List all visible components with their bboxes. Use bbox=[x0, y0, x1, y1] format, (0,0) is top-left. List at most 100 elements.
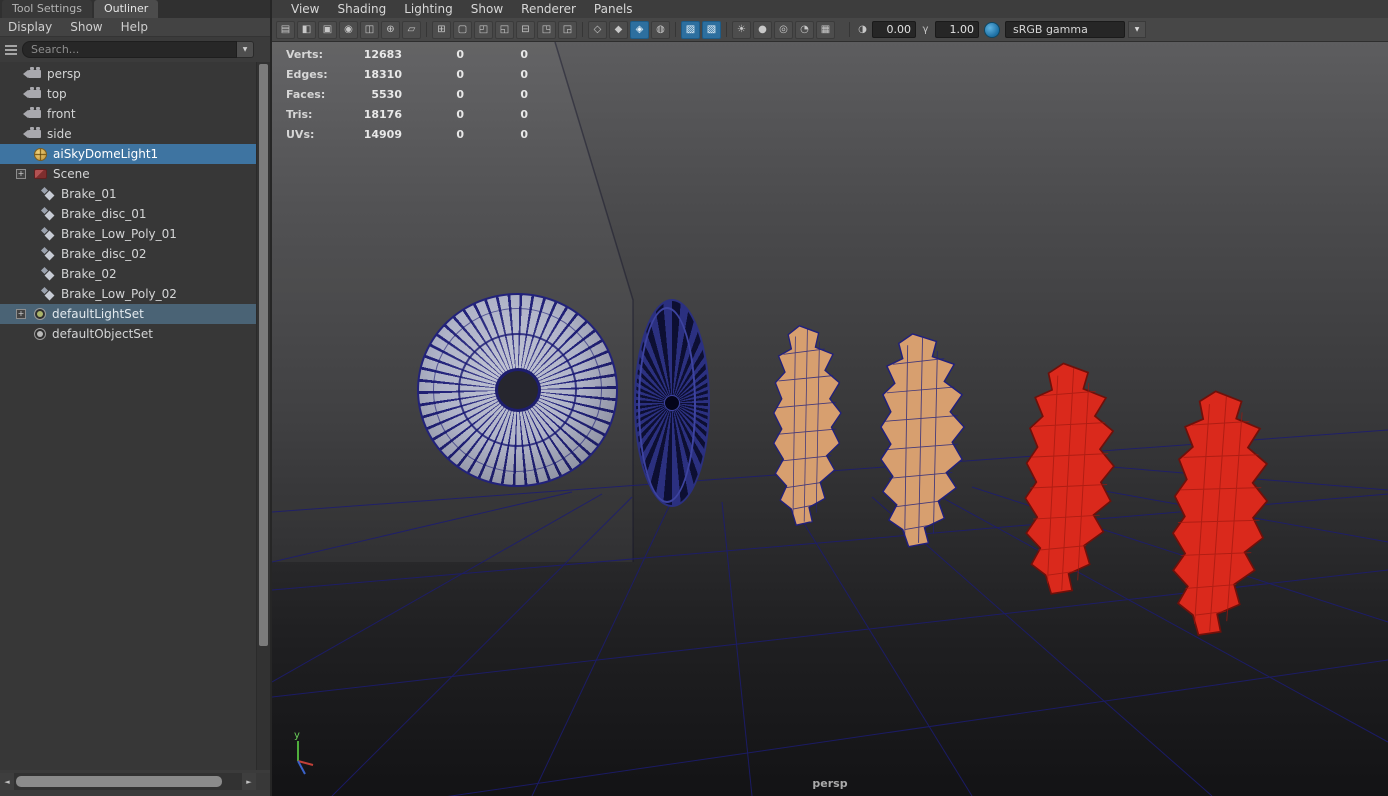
gamma-input[interactable] bbox=[935, 21, 979, 38]
tree-item-label: aiSkyDomeLight1 bbox=[53, 147, 159, 161]
skydome-light-icon bbox=[34, 147, 47, 161]
object-set-icon bbox=[34, 328, 46, 340]
brake-caliper-red-2[interactable] bbox=[1166, 388, 1274, 640]
viewport-panel: View Shading Lighting Show Renderer Pane… bbox=[270, 0, 1388, 796]
gate-mask-icon[interactable]: ◱ bbox=[495, 20, 514, 39]
wireframe-icon[interactable]: ◇ bbox=[588, 20, 607, 39]
use-default-material-icon[interactable]: ◍ bbox=[651, 20, 670, 39]
menu-lighting[interactable]: Lighting bbox=[395, 2, 462, 16]
menu-show[interactable]: Show bbox=[70, 20, 102, 34]
menu-view[interactable]: View bbox=[282, 2, 328, 16]
color-space-select[interactable]: sRGB gamma bbox=[1005, 21, 1125, 38]
ambient-occlusion-icon[interactable]: ◎ bbox=[774, 20, 793, 39]
tree-item-side[interactable]: side bbox=[0, 124, 256, 144]
camera-attributes-icon[interactable]: ▣ bbox=[318, 20, 337, 39]
exposure-input[interactable] bbox=[872, 21, 916, 38]
tree-item-brake-disc-01[interactable]: Brake_disc_01 bbox=[0, 204, 256, 224]
textured-icon[interactable]: ◈ bbox=[630, 20, 649, 39]
outliner-panel: Tool Settings Outliner Display Show Help… bbox=[0, 0, 270, 796]
tree-item-persp[interactable]: persp bbox=[0, 64, 256, 84]
scroll-left-arrow-icon[interactable]: ◄ bbox=[0, 773, 14, 790]
brake-caliper-wire-2[interactable] bbox=[880, 333, 965, 548]
tree-item-scene[interactable]: + Scene bbox=[0, 164, 256, 184]
outliner-tree: persp top front side aiSkyDomeLight1 + S… bbox=[0, 62, 256, 770]
menu-renderer[interactable]: Renderer bbox=[512, 2, 585, 16]
horizontal-scrollbar-thumb[interactable] bbox=[16, 776, 222, 787]
isolate-select-icon[interactable]: ▦ bbox=[816, 20, 835, 39]
lighting-icon[interactable]: ☀ bbox=[732, 20, 751, 39]
tab-outliner[interactable]: Outliner bbox=[93, 0, 159, 18]
hud-label: Tris: bbox=[286, 107, 313, 121]
mesh-icon bbox=[42, 208, 55, 221]
search-dropdown-arrow-icon[interactable]: ▼ bbox=[237, 41, 254, 58]
toolbar-separator bbox=[675, 22, 676, 37]
expand-toggle[interactable]: + bbox=[16, 169, 26, 179]
expand-toggle[interactable]: + bbox=[16, 309, 26, 319]
mesh-icon bbox=[42, 268, 55, 281]
shaded-icon[interactable]: ◆ bbox=[609, 20, 628, 39]
color-management-icon[interactable] bbox=[984, 21, 1000, 38]
hud-total: 14909 bbox=[363, 127, 402, 141]
shadows-icon[interactable]: ● bbox=[753, 20, 772, 39]
grid-icon[interactable]: ⊞ bbox=[432, 20, 451, 39]
tree-item-brake-low-poly-01[interactable]: Brake_Low_Poly_01 bbox=[0, 224, 256, 244]
exposure-icon[interactable]: ◑ bbox=[855, 22, 870, 38]
hud-selected: 0 bbox=[456, 107, 464, 121]
vertical-scrollbar[interactable] bbox=[256, 62, 270, 770]
wireframe-on-shaded-icon[interactable]: ▨ bbox=[681, 20, 700, 39]
filter-list-icon[interactable] bbox=[5, 44, 17, 55]
menu-help[interactable]: Help bbox=[121, 20, 148, 34]
xray-icon[interactable]: ▧ bbox=[702, 20, 721, 39]
grease-pencil-icon[interactable]: ▱ bbox=[402, 20, 421, 39]
scroll-right-arrow-icon[interactable]: ► bbox=[242, 773, 256, 790]
bookmarks-icon[interactable]: ◉ bbox=[339, 20, 358, 39]
viewport-toolbar: ▤ ◧ ▣ ◉ ◫ ⊕ ▱ ⊞ ▢ ◰ ◱ ⊟ ◳ ◲ ◇ ◆ ◈ ◍ ▨ ▧ … bbox=[272, 18, 1388, 42]
brake-disc-side[interactable] bbox=[634, 299, 710, 507]
tree-item-defaultobjectset[interactable]: defaultObjectSet bbox=[0, 324, 256, 344]
menu-display[interactable]: Display bbox=[8, 20, 52, 34]
motion-blur-icon[interactable]: ◔ bbox=[795, 20, 814, 39]
camera-icon bbox=[23, 87, 41, 98]
search-input[interactable] bbox=[22, 41, 237, 58]
gamma-icon[interactable]: γ bbox=[918, 22, 933, 38]
toolbar-separator bbox=[582, 22, 583, 37]
hud-label: Edges: bbox=[286, 67, 328, 81]
tree-item-brake-02[interactable]: Brake_02 bbox=[0, 264, 256, 284]
tree-item-label: Scene bbox=[53, 167, 90, 181]
tree-item-aiskydomelight1[interactable]: aiSkyDomeLight1 bbox=[0, 144, 256, 164]
tree-item-label: Brake_Low_Poly_01 bbox=[61, 227, 177, 241]
image-plane-icon[interactable]: ◫ bbox=[360, 20, 379, 39]
safe-action-icon[interactable]: ◳ bbox=[537, 20, 556, 39]
tree-item-front[interactable]: front bbox=[0, 104, 256, 124]
tab-tool-settings[interactable]: Tool Settings bbox=[2, 0, 92, 18]
brake-caliper-red-1[interactable] bbox=[1021, 361, 1119, 597]
panel-corner bbox=[256, 773, 270, 790]
hud-total: 5530 bbox=[371, 87, 402, 101]
tree-item-defaultlightset[interactable]: + defaultLightSet bbox=[0, 304, 256, 324]
pan-zoom-icon[interactable]: ⊕ bbox=[381, 20, 400, 39]
menu-show[interactable]: Show bbox=[462, 2, 512, 16]
resolution-gate-icon[interactable]: ◰ bbox=[474, 20, 493, 39]
mesh-icon bbox=[42, 228, 55, 241]
tree-item-label: Brake_Low_Poly_02 bbox=[61, 287, 177, 301]
backdrop-edge bbox=[554, 42, 634, 562]
field-chart-icon[interactable]: ⊟ bbox=[516, 20, 535, 39]
horizontal-scrollbar[interactable]: ◄ ► bbox=[0, 773, 256, 790]
color-space-dropdown-arrow-icon[interactable]: ▼ bbox=[1128, 21, 1146, 38]
viewport-3d[interactable]: Verts: 12683 0 0 Edges: 18310 0 0 Faces:… bbox=[272, 42, 1388, 796]
tree-item-top[interactable]: top bbox=[0, 84, 256, 104]
tree-item-brake-disc-02[interactable]: Brake_disc_02 bbox=[0, 244, 256, 264]
toolbar-separator bbox=[426, 22, 427, 37]
menu-panels[interactable]: Panels bbox=[585, 2, 642, 16]
brake-caliper-wire-1[interactable] bbox=[773, 325, 842, 526]
mesh-icon bbox=[42, 288, 55, 301]
select-camera-icon[interactable]: ▤ bbox=[276, 20, 295, 39]
film-gate-icon[interactable]: ▢ bbox=[453, 20, 472, 39]
menu-shading[interactable]: Shading bbox=[328, 2, 395, 16]
lock-camera-icon[interactable]: ◧ bbox=[297, 20, 316, 39]
tree-item-brake-01[interactable]: Brake_01 bbox=[0, 184, 256, 204]
vertical-scrollbar-thumb[interactable] bbox=[259, 64, 268, 646]
safe-title-icon[interactable]: ◲ bbox=[558, 20, 577, 39]
brake-disc-front[interactable] bbox=[417, 293, 618, 487]
tree-item-brake-low-poly-02[interactable]: Brake_Low_Poly_02 bbox=[0, 284, 256, 304]
